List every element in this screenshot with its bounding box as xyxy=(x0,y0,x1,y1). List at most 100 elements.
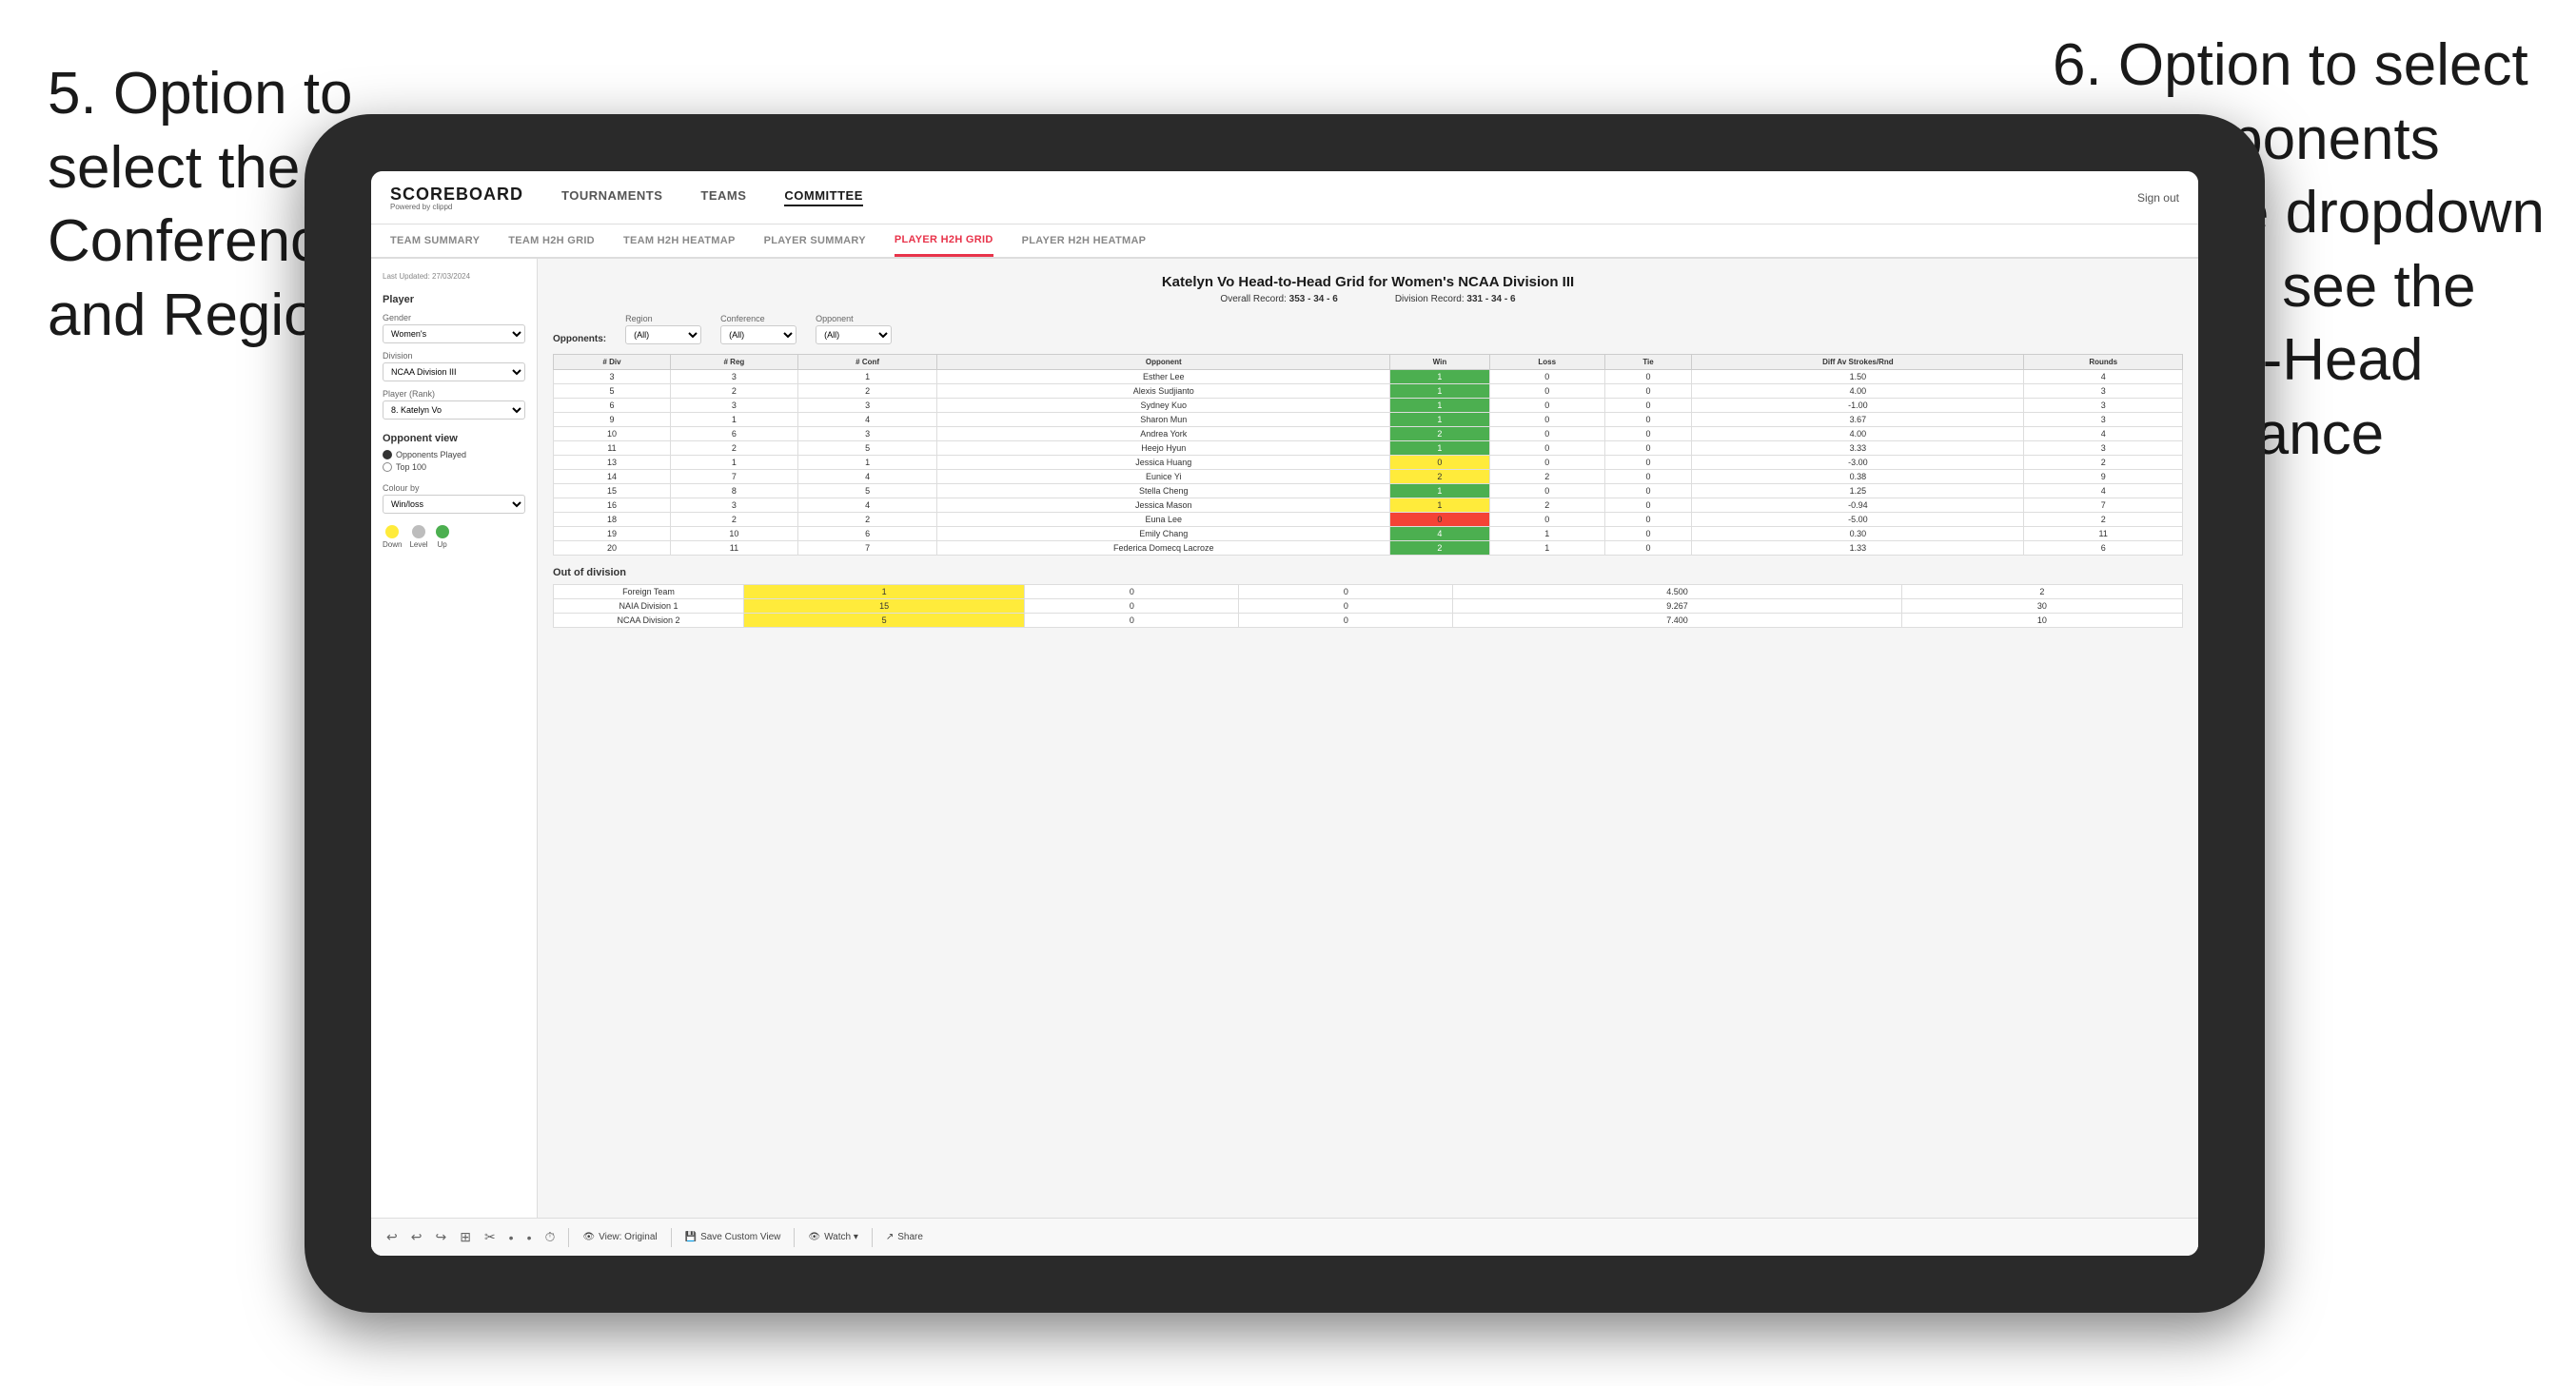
cell-conf: 3 xyxy=(797,399,937,413)
table-row: 18 2 2 Euna Lee 0 0 0 -5.00 2 xyxy=(554,513,2183,527)
colour-by-select[interactable]: Win/loss xyxy=(383,495,525,514)
cell-diff: -1.00 xyxy=(1692,399,2024,413)
cell-tie: 0 xyxy=(1604,484,1692,498)
cell-loss: 0 xyxy=(1489,384,1604,399)
cell-tie: 0 xyxy=(1604,527,1692,541)
sub-nav-player-h2h-heatmap[interactable]: PLAYER H2H HEATMAP xyxy=(1022,224,1147,257)
od-cell-rounds: 10 xyxy=(1901,614,2182,628)
conference-filter-select[interactable]: (All) xyxy=(720,325,796,344)
top100-option[interactable]: Top 100 xyxy=(383,462,525,472)
cell-reg: 10 xyxy=(670,527,797,541)
cell-diff: 1.33 xyxy=(1692,541,2024,556)
od-cell-loss: 0 xyxy=(1025,614,1239,628)
cell-win: 2 xyxy=(1390,541,1489,556)
sub-nav-player-h2h-grid[interactable]: PLAYER H2H GRID xyxy=(895,224,993,257)
redo-btn[interactable]: ↪ xyxy=(435,1229,446,1245)
col-diff: Diff Av Strokes/Rnd xyxy=(1692,355,2024,370)
gender-label: Gender xyxy=(383,313,525,322)
cell-opponent: Heejo Hyun xyxy=(937,441,1390,456)
view-original-btn[interactable]: 👁 View: Original xyxy=(582,1232,657,1242)
cell-tie: 0 xyxy=(1604,541,1692,556)
cell-rounds: 2 xyxy=(2024,513,2183,527)
col-tie: Tie xyxy=(1604,355,1692,370)
col-win: Win xyxy=(1390,355,1489,370)
cell-win: 4 xyxy=(1390,527,1489,541)
cell-opponent: Federica Domecq Lacroze xyxy=(937,541,1390,556)
opponent-played-option[interactable]: Opponents Played xyxy=(383,450,525,459)
cell-win: 1 xyxy=(1390,370,1489,384)
cell-rounds: 4 xyxy=(2024,427,2183,441)
undo2-btn[interactable]: ↩ xyxy=(411,1229,423,1245)
od-cell-opponent: Foreign Team xyxy=(554,585,744,599)
sub-nav-team-summary[interactable]: TEAM SUMMARY xyxy=(390,224,480,257)
share-label: Share xyxy=(897,1232,923,1242)
out-division-row: NAIA Division 1 15 0 0 9.267 30 xyxy=(554,599,2183,614)
nav-committee[interactable]: COMMITTEE xyxy=(784,188,863,206)
table-row: 16 3 4 Jessica Mason 1 2 0 -0.94 7 xyxy=(554,498,2183,513)
col-rounds: Rounds xyxy=(2024,355,2183,370)
table-row: 15 8 5 Stella Cheng 1 0 0 1.25 4 xyxy=(554,484,2183,498)
share-btn[interactable]: ↗ Share xyxy=(886,1232,923,1242)
sub-nav-player-summary[interactable]: PLAYER SUMMARY xyxy=(764,224,866,257)
player-rank-select[interactable]: 8. Katelyn Vo xyxy=(383,400,525,420)
main-content: Last Updated: 27/03/2024 Player Gender W… xyxy=(371,259,2198,1256)
cell-div: 15 xyxy=(554,484,671,498)
cell-div: 14 xyxy=(554,470,671,484)
cell-diff: -5.00 xyxy=(1692,513,2024,527)
legend-up: Up xyxy=(436,525,449,549)
cell-loss: 2 xyxy=(1489,470,1604,484)
dot1-btn[interactable]: • xyxy=(509,1230,514,1245)
cell-diff: 4.00 xyxy=(1692,384,2024,399)
cell-rounds: 11 xyxy=(2024,527,2183,541)
sign-out-link[interactable]: Sign out xyxy=(2137,191,2179,205)
toolbar-divider-2 xyxy=(671,1228,672,1247)
dot2-btn[interactable]: • xyxy=(527,1230,532,1245)
out-division-title: Out of division xyxy=(553,567,2183,578)
cell-div: 10 xyxy=(554,427,671,441)
cell-conf: 5 xyxy=(797,484,937,498)
undo-btn[interactable]: ↩ xyxy=(386,1229,398,1245)
cell-tie: 0 xyxy=(1604,498,1692,513)
cell-div: 16 xyxy=(554,498,671,513)
cell-rounds: 9 xyxy=(2024,470,2183,484)
cut-btn[interactable]: ✂ xyxy=(484,1229,496,1245)
od-cell-rounds: 2 xyxy=(1901,585,2182,599)
cell-tie: 0 xyxy=(1604,427,1692,441)
nav-teams[interactable]: TEAMS xyxy=(700,188,746,206)
cell-opponent: Sharon Mun xyxy=(937,413,1390,427)
filter-row: Opponents: Region (All) Conference (All) xyxy=(553,314,2183,344)
grid-btn[interactable]: ⊞ xyxy=(460,1229,471,1245)
sub-nav-team-h2h-grid[interactable]: TEAM H2H GRID xyxy=(508,224,595,257)
cell-opponent: Eunice Yi xyxy=(937,470,1390,484)
view-icon: 👁 xyxy=(582,1232,595,1242)
cell-rounds: 3 xyxy=(2024,384,2183,399)
toolbar-divider-4 xyxy=(872,1228,873,1247)
region-filter-select[interactable]: (All) xyxy=(625,325,701,344)
colour-by-label: Colour by xyxy=(383,483,525,493)
table-row: 9 1 4 Sharon Mun 1 0 0 3.67 3 xyxy=(554,413,2183,427)
cell-rounds: 4 xyxy=(2024,370,2183,384)
watch-btn[interactable]: 👁 Watch ▾ xyxy=(808,1232,857,1242)
cell-div: 5 xyxy=(554,384,671,399)
cell-div: 13 xyxy=(554,456,671,470)
cell-loss: 0 xyxy=(1489,370,1604,384)
legend-level: Level xyxy=(409,525,427,549)
cell-diff: 3.33 xyxy=(1692,441,2024,456)
od-cell-tie: 0 xyxy=(1239,614,1453,628)
division-select[interactable]: NCAA Division III xyxy=(383,362,525,381)
table-row: 6 3 3 Sydney Kuo 1 0 0 -1.00 3 xyxy=(554,399,2183,413)
gender-select[interactable]: Women's xyxy=(383,324,525,343)
save-custom-btn[interactable]: 💾 Save Custom View xyxy=(685,1232,781,1242)
cell-loss: 0 xyxy=(1489,399,1604,413)
opponent-filter-label: Opponent xyxy=(816,314,892,323)
cell-div: 6 xyxy=(554,399,671,413)
conference-filter-label: Conference xyxy=(720,314,796,323)
nav-tournaments[interactable]: TOURNAMENTS xyxy=(561,188,662,206)
col-opponent: Opponent xyxy=(937,355,1390,370)
clock-btn[interactable]: ⏱ xyxy=(544,1229,555,1245)
cell-win: 1 xyxy=(1390,441,1489,456)
sub-nav-team-h2h-heatmap[interactable]: TEAM H2H HEATMAP xyxy=(623,224,736,257)
opponent-filter-select[interactable]: (All) xyxy=(816,325,892,344)
cell-reg: 2 xyxy=(670,384,797,399)
cell-reg: 7 xyxy=(670,470,797,484)
